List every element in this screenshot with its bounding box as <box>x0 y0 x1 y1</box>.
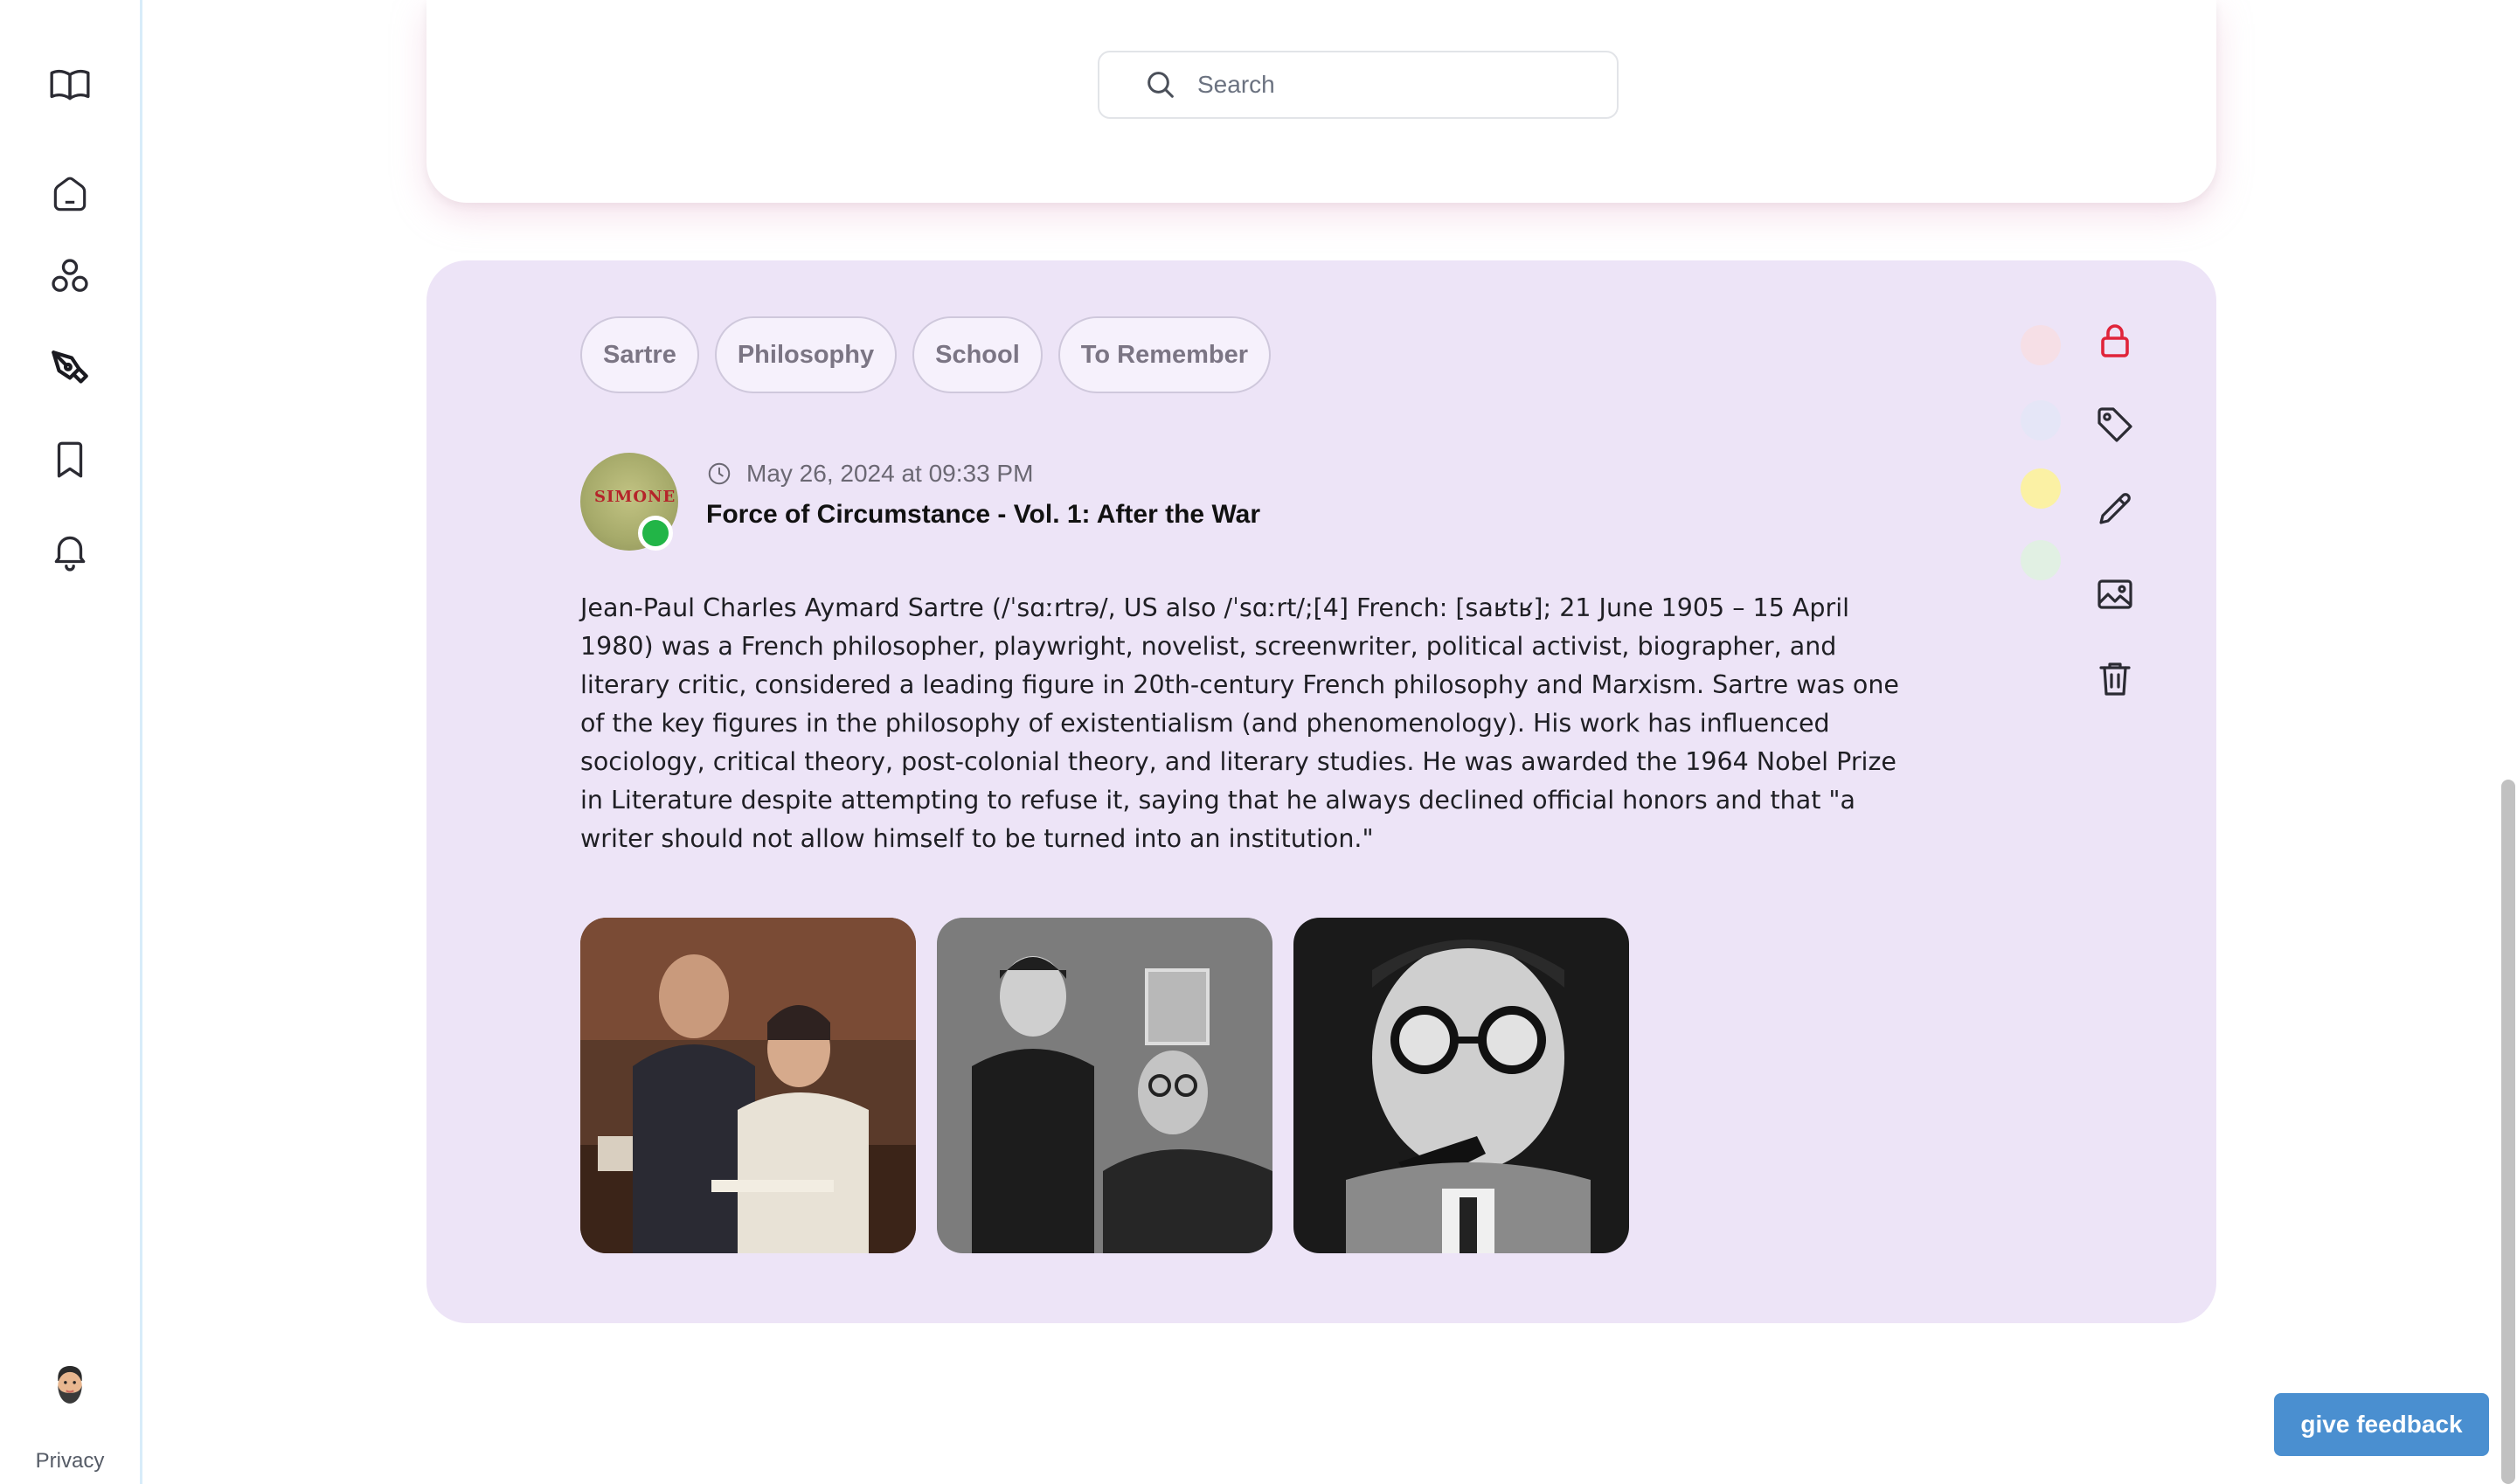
photo-thumbnail[interactable] <box>1293 918 1629 1253</box>
tag-chip[interactable]: Philosophy <box>714 316 898 393</box>
bookmark-icon[interactable] <box>44 433 96 486</box>
book-title[interactable]: Force of Circumstance - Vol. 1: After th… <box>706 500 1260 530</box>
scrollbar-thumb[interactable] <box>2501 780 2515 1484</box>
user-avatar[interactable] <box>45 1359 94 1415</box>
pencil-icon[interactable] <box>2089 482 2141 535</box>
tag-list: Sartre Philosophy School To Remember <box>580 316 1272 393</box>
status-indicator <box>638 516 673 551</box>
tag-chip[interactable]: To Remember <box>1057 316 1272 393</box>
lock-icon[interactable] <box>2089 315 2141 367</box>
color-option-pink[interactable] <box>2021 325 2061 365</box>
photo-thumbnail[interactable] <box>580 918 916 1253</box>
bell-icon[interactable] <box>44 524 96 577</box>
photo-thumbnail[interactable] <box>937 918 1272 1253</box>
tag-icon[interactable] <box>2089 399 2141 451</box>
search-input[interactable] <box>1196 70 1584 100</box>
home-icon[interactable] <box>44 168 96 220</box>
color-option-yellow[interactable] <box>2021 468 2061 509</box>
color-option-lavender[interactable] <box>2021 400 2061 440</box>
pen-nib-icon[interactable] <box>44 343 96 395</box>
book-cover-thumbnail[interactable]: SIMONE <box>580 453 678 551</box>
book-open-icon[interactable] <box>44 59 96 112</box>
note-timestamp: May 26, 2024 at 09:33 PM <box>706 460 1033 488</box>
image-icon[interactable] <box>2089 568 2141 621</box>
photo-gallery <box>580 918 1629 1253</box>
tag-chip[interactable]: School <box>912 316 1043 393</box>
clock-icon <box>708 462 731 485</box>
book-cover-text: SIMONE <box>594 488 676 506</box>
note-body: Jean-Paul Charles Aymard Sartre (/ˈsɑːrt… <box>580 593 1899 853</box>
circles-icon[interactable] <box>44 250 96 302</box>
give-feedback-button[interactable]: give feedback <box>2274 1393 2489 1456</box>
tag-chip[interactable]: Sartre <box>580 316 699 393</box>
privacy-link[interactable]: Privacy <box>0 1449 140 1474</box>
trash-icon[interactable] <box>2089 652 2141 704</box>
color-option-green[interactable] <box>2021 540 2061 580</box>
search-bar[interactable] <box>1098 51 1619 119</box>
note-date: May 26, 2024 at 09:33 PM <box>746 460 1034 487</box>
search-icon <box>1148 72 1174 98</box>
note-card: Sartre Philosophy School To Remember SIM… <box>426 260 2216 1323</box>
sidebar: Privacy <box>0 0 142 1484</box>
